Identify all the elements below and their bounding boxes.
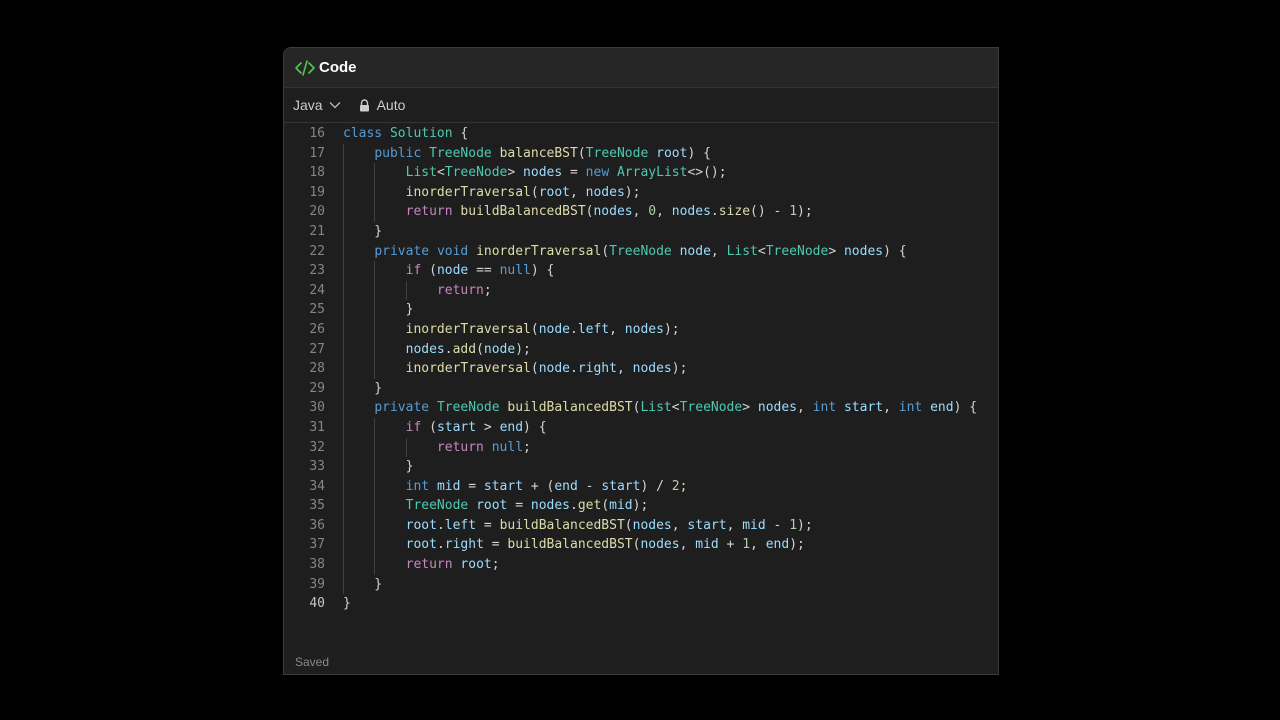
code-text: TreeNode root = nodes.get(mid); — [405, 498, 649, 514]
code-panel: Code Java Auto 16 class Solution { 17 publ… — [283, 47, 999, 675]
auto-mode-label: Auto — [376, 97, 406, 113]
code-line[interactable]: 40} — [284, 594, 998, 614]
line-number: 36 — [309, 517, 325, 533]
code-text: public TreeNode balanceBST(TreeNode root… — [374, 145, 711, 161]
code-text: return root; — [405, 557, 500, 573]
code-brackets-icon — [295, 59, 315, 76]
code-text: root.left = buildBalancedBST(nodes, star… — [405, 517, 813, 533]
code-line[interactable]: 21 } — [284, 221, 998, 242]
line-number: 19 — [309, 184, 325, 200]
code-line[interactable]: 23 if (node == null) { — [284, 261, 998, 281]
code-text: if (start > end) { — [405, 419, 547, 435]
code-line[interactable]: 20 return buildBalancedBST(nodes, 0, nod… — [284, 202, 998, 222]
editor-toolbar: Java Auto — [284, 88, 998, 123]
code-text: } — [343, 223, 383, 239]
code-text: } — [343, 302, 414, 318]
code-text: root.right = buildBalancedBST(nodes, mid… — [405, 537, 805, 553]
code-text: inorderTraversal(node.left, nodes); — [405, 321, 680, 337]
code-line[interactable]: 32 return null; — [284, 437, 998, 458]
code-text: private void inorderTraversal(TreeNode n… — [374, 243, 907, 259]
line-number: 32 — [309, 439, 325, 455]
line-number: 27 — [309, 341, 325, 357]
code-line[interactable]: 31 if (start > end) { — [284, 417, 998, 438]
code-line[interactable]: 26 inorderTraversal(node.left, nodes); — [284, 319, 998, 340]
line-number: 40 — [309, 596, 325, 612]
code-line[interactable]: 35 TreeNode root = nodes.get(mid); — [284, 496, 998, 516]
line-number: 18 — [309, 165, 325, 181]
line-number: 16 — [309, 126, 325, 141]
panel-title: Code — [319, 59, 357, 76]
code-text: nodes.add(node); — [405, 341, 531, 357]
line-number: 38 — [309, 557, 325, 573]
code-text: inorderTraversal(root, nodes); — [405, 184, 641, 200]
code-line[interactable]: 38 return root; — [284, 555, 998, 575]
code-line[interactable]: 16 class Solution { — [284, 124, 998, 144]
code-text: class Solution { — [343, 126, 469, 141]
code-line[interactable]: 28 inorderTraversal(node.right, nodes); — [284, 359, 998, 379]
line-number: 34 — [309, 478, 325, 494]
panel-titlebar: Code — [284, 48, 998, 88]
line-number: 21 — [309, 223, 325, 239]
code-line[interactable]: 36 root.left = buildBalancedBST(nodes, s… — [284, 515, 998, 536]
code-text: } — [343, 596, 351, 612]
code-text: int mid = start + (end - start) / 2; — [405, 478, 688, 494]
code-line[interactable]: 30 private TreeNode buildBalancedBST(Lis… — [284, 398, 998, 418]
code-editor[interactable]: 16 class Solution { 17 public TreeNode bal… — [284, 124, 998, 644]
line-number: 26 — [309, 321, 325, 337]
code-line[interactable]: 17 public TreeNode balanceBST(TreeNode r… — [284, 143, 998, 164]
code-text: return buildBalancedBST(nodes, 0, nodes.… — [405, 204, 813, 220]
language-select[interactable]: Java — [293, 97, 341, 113]
code-line[interactable]: 19 inorderTraversal(root, nodes); — [284, 182, 998, 203]
code-text: } — [343, 459, 414, 475]
auto-mode-toggle[interactable]: Auto — [359, 97, 406, 113]
code-text: private TreeNode buildBalancedBST(List<T… — [374, 400, 978, 416]
line-number: 30 — [309, 400, 325, 416]
save-status: Saved — [295, 655, 330, 669]
line-number: 29 — [309, 380, 325, 396]
code-line[interactable]: 34 int mid = start + (end - start) / 2; — [284, 476, 998, 497]
lock-icon — [359, 98, 369, 111]
line-number: 37 — [309, 537, 325, 553]
code-line[interactable]: 24 return; — [284, 280, 998, 301]
code-line[interactable]: 22 private void inorderTraversal(TreeNod… — [284, 241, 998, 262]
line-number: 17 — [309, 145, 325, 161]
line-number: 28 — [309, 361, 325, 377]
code-line[interactable]: 18 List<TreeNode> nodes = new ArrayList<… — [284, 163, 998, 183]
code-text: return; — [436, 282, 492, 298]
line-number: 39 — [309, 576, 325, 592]
code-line[interactable]: 25 } — [284, 300, 998, 320]
code-text: inorderTraversal(node.right, nodes); — [405, 361, 688, 377]
line-number: 25 — [309, 302, 325, 318]
chevron-down-icon — [329, 102, 341, 109]
code-line[interactable]: 33 } — [284, 457, 998, 477]
code-line[interactable]: 27 nodes.add(node); — [284, 339, 998, 360]
language-label: Java — [293, 97, 323, 113]
code-text: return null; — [436, 439, 531, 455]
line-number: 31 — [309, 419, 325, 435]
line-number: 35 — [309, 498, 325, 514]
code-text: } — [343, 576, 383, 592]
code-line[interactable]: 39 } — [284, 574, 998, 595]
line-number: 22 — [309, 243, 325, 259]
code-line[interactable]: 29 } — [284, 378, 998, 399]
code-text: } — [343, 380, 383, 396]
line-number: 24 — [309, 282, 325, 298]
line-number: 33 — [309, 459, 325, 475]
code-text: List<TreeNode> nodes = new ArrayList<>()… — [405, 165, 727, 181]
code-text: if (node == null) { — [405, 263, 555, 279]
line-number: 23 — [309, 263, 325, 279]
code-line[interactable]: 37 root.right = buildBalancedBST(nodes, … — [284, 535, 998, 556]
line-number: 20 — [309, 204, 325, 220]
